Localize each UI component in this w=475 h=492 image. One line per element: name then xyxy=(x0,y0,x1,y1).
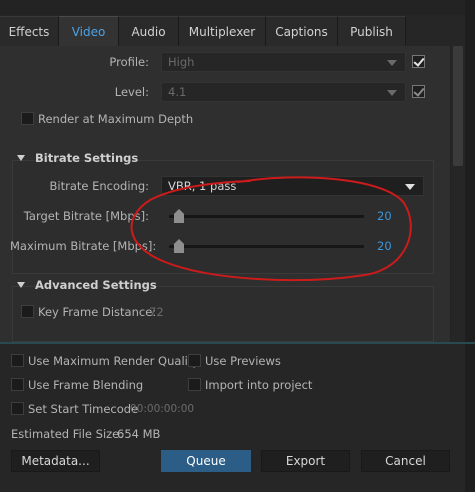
start-timecode-checkbox[interactable] xyxy=(11,402,24,415)
cancel-button[interactable]: Cancel xyxy=(361,450,450,472)
profile-value: High xyxy=(168,55,195,69)
level-dropdown[interactable]: 4.1 xyxy=(161,82,406,102)
use-previews-label: Use Previews xyxy=(205,354,281,368)
export-button[interactable]: Export xyxy=(261,450,350,472)
render-max-depth-checkbox[interactable] xyxy=(21,112,34,125)
level-label: Level: xyxy=(114,85,149,99)
maximum-bitrate-slider[interactable] xyxy=(169,245,364,248)
key-frame-distance-value[interactable]: 72 xyxy=(149,305,164,319)
collapse-triangle-icon[interactable] xyxy=(17,155,25,161)
frame-blending-label: Use Frame Blending xyxy=(28,378,144,392)
chevron-down-icon xyxy=(387,90,397,96)
start-timecode-label: Set Start Timecode xyxy=(28,402,139,416)
tab-audio[interactable]: Audio xyxy=(119,16,179,47)
target-bitrate-label: Target Bitrate [Mbps]: xyxy=(23,209,149,223)
use-previews-checkbox[interactable] xyxy=(188,354,201,367)
bitrate-encoding-label: Bitrate Encoding: xyxy=(49,179,149,193)
level-checkbox[interactable] xyxy=(412,85,425,98)
tab-publish[interactable]: Publish xyxy=(338,16,406,47)
max-render-quality-checkbox[interactable] xyxy=(11,354,24,367)
estimated-file-size-value: 654 MB xyxy=(117,427,161,441)
level-value: 4.1 xyxy=(168,85,187,99)
import-into-project-checkbox[interactable] xyxy=(188,378,201,391)
tab-captions[interactable]: Captions xyxy=(266,16,338,47)
render-max-depth-label: Render at Maximum Depth xyxy=(38,112,194,126)
tab-video[interactable]: Video xyxy=(59,16,119,47)
key-frame-distance-checkbox[interactable] xyxy=(21,305,34,318)
frame-blending-checkbox[interactable] xyxy=(11,378,24,391)
key-frame-distance-label: Key Frame Distance: xyxy=(38,305,157,319)
maximum-bitrate-label: Maximum Bitrate [Mbps]: xyxy=(10,239,157,253)
profile-dropdown[interactable]: High xyxy=(161,52,406,72)
import-into-project-label: Import into project xyxy=(205,378,313,392)
profile-checkbox[interactable] xyxy=(412,55,425,68)
chevron-down-icon xyxy=(405,184,415,190)
target-bitrate-slider[interactable] xyxy=(169,215,364,218)
chevron-down-icon xyxy=(387,60,397,66)
maximum-bitrate-value[interactable]: 20 xyxy=(377,239,392,253)
tab-effects[interactable]: Effects xyxy=(0,16,59,47)
collapse-triangle-icon[interactable] xyxy=(17,282,25,288)
queue-button[interactable]: Queue xyxy=(161,450,251,472)
bitrate-encoding-dropdown[interactable]: VBR, 1 pass xyxy=(161,176,424,196)
advanced-settings-title[interactable]: Advanced Settings xyxy=(35,278,157,292)
tab-multiplexer[interactable]: Multiplexer xyxy=(179,16,266,47)
start-timecode-value[interactable]: 00:00:00:00 xyxy=(130,403,194,415)
bitrate-settings-title[interactable]: Bitrate Settings xyxy=(35,151,138,165)
target-bitrate-value[interactable]: 20 xyxy=(377,209,392,223)
window-edge xyxy=(465,0,475,492)
panel-scrollbar-thumb[interactable] xyxy=(453,46,463,166)
estimated-file-size-label: Estimated File Size: xyxy=(11,427,124,441)
bitrate-encoding-value: VBR, 1 pass xyxy=(168,179,237,193)
metadata-button[interactable]: Metadata... xyxy=(11,450,100,472)
profile-label: Profile: xyxy=(109,55,149,69)
max-render-quality-label: Use Maximum Render Quality xyxy=(28,354,200,368)
